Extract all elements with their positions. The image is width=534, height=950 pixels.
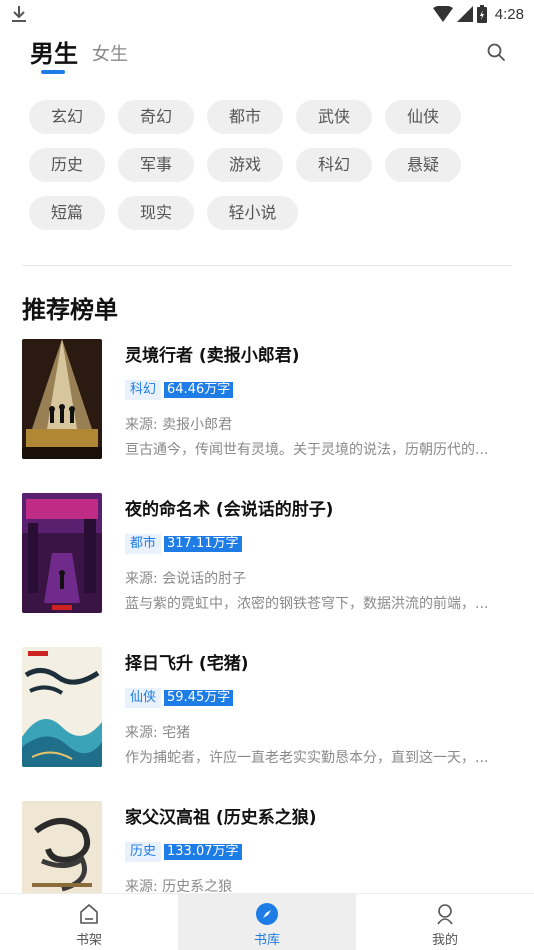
- nav-profile[interactable]: 我的: [356, 894, 534, 950]
- book-tags: 历史 133.07万字: [125, 841, 242, 863]
- book-cover-image: [22, 339, 102, 459]
- status-bar: 4:28: [0, 0, 534, 28]
- genre-chip[interactable]: 轻小说: [207, 196, 298, 230]
- genre-chip[interactable]: 仙侠: [385, 100, 461, 134]
- section-divider: [22, 265, 512, 266]
- book-category-badge: 历史: [125, 842, 162, 862]
- nav-label: 书库: [253, 933, 280, 948]
- genre-chip[interactable]: 武侠: [296, 100, 372, 134]
- bottom-nav-bar: 书架 书库 我的: [0, 893, 534, 950]
- genre-chip[interactable]: 奇幻: [118, 100, 194, 134]
- genre-chip[interactable]: 历史: [29, 148, 105, 182]
- compass-icon: [256, 903, 278, 925]
- book-list-item[interactable]: 家父汉高祖 (历史系之狼) 历史 133.07万字 来源: 历史系之狼: [22, 801, 512, 893]
- book-cover-image: [22, 801, 102, 893]
- book-description: 亘古通今，传闻世有灵境。关于灵境的说法，历朝历代的...: [125, 442, 489, 458]
- book-description: 蓝与紫的霓虹中，浓密的钢铁苍穹下，数据洪流的前端，...: [125, 596, 489, 612]
- book-source: 来源: 卖报小郎君: [125, 417, 233, 433]
- profile-icon: [437, 904, 453, 925]
- book-category-badge: 仙侠: [125, 688, 162, 708]
- book-wordcount-badge: 133.07万字: [164, 844, 242, 860]
- book-list-item[interactable]: 择日飞升 (宅猪) 仙侠 59.45万字 来源: 宅猪 作为捕蛇者，许应一直老老…: [22, 647, 512, 771]
- download-icon: [12, 6, 26, 22]
- book-category-badge: 都市: [125, 534, 162, 554]
- nav-library[interactable]: 书库: [178, 894, 356, 950]
- book-title: 家父汉高祖 (历史系之狼): [125, 808, 317, 828]
- nav-bookshelf[interactable]: 书架: [0, 894, 178, 950]
- genre-chip[interactable]: 游戏: [207, 148, 283, 182]
- book-wordcount-badge: 317.11万字: [164, 536, 242, 552]
- book-wordcount-badge: 59.45万字: [164, 690, 234, 706]
- book-title: 夜的命名术 (会说话的肘子): [125, 500, 334, 520]
- genre-chip[interactable]: 现实: [118, 196, 194, 230]
- active-tab-indicator: [41, 70, 65, 74]
- book-tags: 都市 317.11万字: [125, 533, 242, 555]
- book-list-item[interactable]: 灵境行者 (卖报小郎君) 科幻 64.46万字 来源: 卖报小郎君 亘古通今，传…: [22, 339, 512, 463]
- recommend-section-title: 推荐榜单: [22, 296, 118, 324]
- book-description: 作为捕蛇者，许应一直老老实实勤恳本分，直到这一天，...: [125, 750, 489, 766]
- book-wordcount-badge: 64.46万字: [164, 382, 234, 398]
- book-cover-image: [22, 493, 102, 613]
- search-icon[interactable]: [484, 40, 508, 64]
- category-header: 男生 女生: [0, 32, 534, 82]
- status-time: 4:28: [494, 5, 524, 23]
- genre-chip[interactable]: 科幻: [296, 148, 372, 182]
- genre-chip[interactable]: 军事: [118, 148, 194, 182]
- wifi-icon: [432, 6, 453, 22]
- genre-chip[interactable]: 都市: [207, 100, 283, 134]
- book-cover-image: [22, 647, 102, 767]
- nav-label: 我的: [431, 933, 458, 948]
- book-title: 择日飞升 (宅猪): [125, 654, 249, 674]
- battery-icon: [476, 5, 487, 23]
- book-tags: 仙侠 59.45万字: [125, 687, 234, 709]
- nav-label: 书架: [75, 933, 102, 948]
- genre-chip[interactable]: 悬疑: [385, 148, 461, 182]
- book-source: 来源: 宅猪: [125, 725, 191, 741]
- bookshelf-icon: [80, 904, 98, 924]
- book-title: 灵境行者 (卖报小郎君): [125, 346, 300, 366]
- book-tags: 科幻 64.46万字: [125, 379, 234, 401]
- genre-chip[interactable]: 短篇: [29, 196, 105, 230]
- tab-male[interactable]: 男生: [30, 34, 78, 69]
- genre-chip[interactable]: 玄幻: [29, 100, 105, 134]
- book-source: 来源: 历史系之狼: [125, 879, 233, 893]
- signal-icon: [456, 6, 473, 22]
- book-list-item[interactable]: 夜的命名术 (会说话的肘子) 都市 317.11万字 来源: 会说话的肘子 蓝与…: [22, 493, 512, 617]
- tab-female[interactable]: 女生: [92, 40, 128, 66]
- book-source: 来源: 会说话的肘子: [125, 571, 247, 587]
- book-category-badge: 科幻: [125, 380, 162, 400]
